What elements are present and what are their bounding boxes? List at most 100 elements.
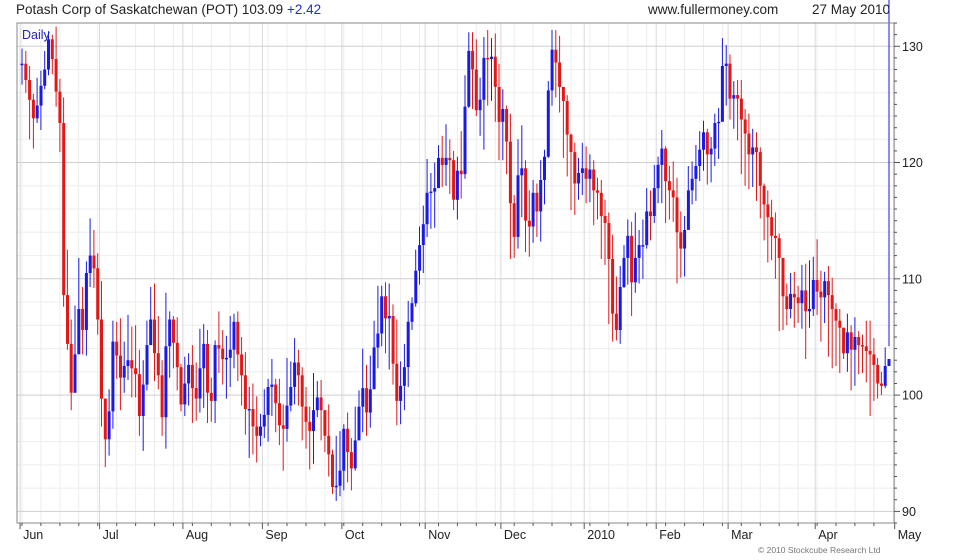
candle-down	[664, 146, 668, 223]
candle-body	[198, 368, 202, 399]
candle-down	[153, 283, 156, 382]
candle-up	[580, 142, 584, 196]
candle-body	[225, 357, 228, 360]
candle-body	[667, 181, 671, 191]
candle-down	[849, 325, 853, 391]
candle-body	[471, 50, 475, 70]
candle-body	[251, 409, 255, 427]
candle-body	[281, 425, 285, 429]
candle-body	[270, 384, 274, 387]
candle-body	[137, 374, 141, 417]
candle-body	[107, 411, 111, 440]
candle-up	[641, 219, 645, 279]
candle-body	[660, 148, 664, 165]
candle-body	[88, 255, 92, 273]
candle-body	[160, 375, 164, 418]
candle-up	[683, 216, 687, 277]
candle-body	[637, 245, 641, 258]
candle-body	[751, 147, 755, 155]
candle-down	[497, 63, 501, 161]
candle-body	[512, 203, 516, 237]
candle-down	[527, 190, 531, 257]
candle-body	[709, 148, 713, 155]
candle-body	[516, 175, 520, 237]
candle-body	[384, 296, 387, 319]
candle-body	[580, 168, 584, 173]
candle-body	[789, 293, 793, 309]
candle-down	[296, 349, 300, 406]
candle-body	[221, 348, 225, 360]
candle-body	[243, 375, 247, 409]
candle-down	[384, 282, 387, 354]
candle-up	[77, 257, 81, 355]
candle-body	[96, 268, 100, 320]
month-label: Jul	[103, 528, 119, 542]
candle-body	[69, 343, 73, 393]
candle-body	[289, 387, 293, 406]
candle-body	[84, 273, 88, 330]
candle-body	[429, 191, 433, 194]
candle-body	[452, 160, 456, 200]
candle-body	[175, 342, 179, 368]
candle-up	[357, 390, 361, 441]
candle-body	[766, 204, 770, 218]
candle-down	[134, 325, 138, 398]
month-label: 2010	[587, 528, 615, 542]
candle-body	[773, 235, 777, 239]
candle-up	[751, 128, 755, 187]
candle-down	[785, 283, 789, 326]
candle-down	[826, 266, 830, 357]
candle-up	[43, 50, 47, 90]
candle-body	[785, 296, 789, 310]
candle-body	[830, 295, 834, 310]
candle-down	[838, 309, 842, 373]
candle-up	[39, 70, 43, 130]
candle-body	[372, 347, 376, 390]
candle-up	[800, 264, 804, 329]
candle-body	[47, 39, 50, 70]
candle-up	[652, 164, 656, 223]
candle-body	[546, 90, 550, 157]
candle-body	[247, 409, 251, 411]
candle-body	[747, 133, 751, 155]
candle-body	[145, 345, 149, 385]
candle-body	[440, 157, 444, 165]
candle-body	[838, 320, 842, 328]
candle-down	[830, 277, 834, 369]
candle-up	[702, 120, 705, 171]
candle-body	[232, 321, 236, 350]
candle-up	[543, 149, 546, 205]
candle-body	[819, 291, 823, 298]
candle-body	[520, 168, 524, 176]
candle-body	[467, 50, 471, 107]
candle-body	[671, 190, 675, 198]
candle-down	[66, 249, 69, 350]
candle-up	[402, 343, 406, 411]
candle-body	[312, 410, 315, 432]
candle-body	[758, 152, 762, 186]
candle-body	[43, 69, 47, 86]
candle-down	[331, 449, 334, 494]
candle-down	[221, 330, 225, 385]
candle-down	[705, 128, 709, 185]
candle-down	[773, 212, 777, 279]
candle-body	[338, 470, 342, 486]
candle-body	[73, 354, 77, 393]
candle-body	[690, 178, 694, 191]
candle-body	[739, 98, 743, 120]
candle-body	[800, 290, 804, 304]
candle-body	[255, 426, 259, 436]
candle-down	[508, 113, 512, 259]
candle-up	[887, 0, 891, 366]
candle-up	[126, 314, 130, 380]
candle-body	[278, 403, 281, 426]
candle-body	[527, 220, 531, 227]
candle-up	[455, 156, 459, 220]
candle-up	[808, 260, 811, 328]
month-label: Apr	[818, 528, 837, 542]
candle-down	[747, 113, 751, 190]
candle-body	[334, 485, 338, 488]
candle-up	[633, 212, 637, 293]
candle-body	[645, 211, 649, 246]
candle-body	[399, 385, 403, 401]
